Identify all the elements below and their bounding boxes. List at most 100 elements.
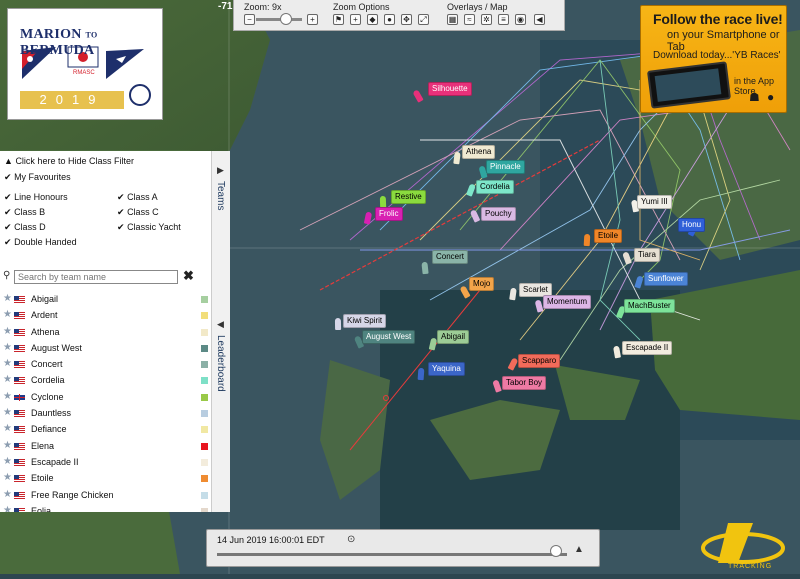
- settings-icon[interactable]: ✲: [481, 14, 492, 25]
- team-row[interactable]: ★ Etoile: [0, 470, 211, 486]
- fleet-icon[interactable]: ◆: [367, 14, 378, 25]
- boat-marker[interactable]: [421, 261, 429, 275]
- team-row[interactable]: ★ Dauntless: [0, 405, 211, 421]
- tab-leaderboard[interactable]: Leaderboard: [215, 335, 226, 392]
- logo-club: RMASC: [73, 70, 95, 76]
- boat-label[interactable]: Silhouette: [428, 82, 472, 96]
- favourite-star-icon[interactable]: ★: [3, 356, 12, 372]
- team-search-input[interactable]: [14, 270, 178, 284]
- boat-label[interactable]: Frolic: [375, 207, 403, 221]
- favourite-star-icon[interactable]: ★: [3, 324, 12, 340]
- boat-label[interactable]: Athena: [462, 145, 496, 159]
- favourite-star-icon[interactable]: ★: [3, 470, 12, 486]
- app-advert[interactable]: Follow the race live! on your Smartphone…: [640, 5, 787, 113]
- boat-label[interactable]: Pouchy: [481, 207, 516, 221]
- favourite-star-icon[interactable]: ★: [3, 438, 12, 454]
- timeline-slider[interactable]: [217, 553, 567, 556]
- boat-label[interactable]: Kiwi Spirit: [343, 314, 387, 328]
- boat-label[interactable]: Mojo: [469, 277, 495, 291]
- filter-class-d[interactable]: ✔ Class D: [4, 222, 46, 233]
- clock-icon[interactable]: ⊙: [347, 534, 355, 545]
- zoom-slider-handle[interactable]: [279, 13, 292, 25]
- checkmark-icon: ✔: [4, 237, 12, 247]
- play-up-icon[interactable]: ▲: [574, 544, 584, 555]
- team-row[interactable]: ★ Elena: [0, 438, 211, 454]
- flag-icon[interactable]: ⚑: [333, 14, 344, 25]
- favourite-star-icon[interactable]: ★: [3, 405, 12, 421]
- expand-icon[interactable]: ⤢: [418, 14, 429, 25]
- filter-class-a[interactable]: ✔ Class A: [117, 192, 158, 203]
- team-name: Etoile: [31, 473, 54, 484]
- my-favourites-filter[interactable]: ✔ My Favourites: [4, 172, 71, 183]
- logo-title: MARION TO BERMUDA: [20, 27, 162, 59]
- timeline-handle[interactable]: [549, 545, 562, 557]
- grid-icon[interactable]: ▦: [447, 14, 458, 25]
- favourite-star-icon[interactable]: ★: [3, 503, 12, 512]
- boat-label[interactable]: Sunflower: [644, 272, 688, 286]
- boat-label[interactable]: Abigail: [437, 330, 470, 344]
- team-row[interactable]: ★ Abigail: [0, 291, 211, 307]
- zoom-plus-box-icon[interactable]: +: [350, 14, 361, 25]
- filter-classic-yacht[interactable]: ✔ Classic Yacht: [117, 222, 181, 233]
- team-row[interactable]: ★ Cordelia: [0, 372, 211, 388]
- team-name: Defiance: [31, 424, 67, 435]
- favourite-star-icon[interactable]: ★: [3, 340, 12, 356]
- hide-class-filter-link[interactable]: ▲ Click here to Hide Class Filter: [4, 156, 134, 166]
- boat-label[interactable]: Yumi III: [637, 195, 672, 209]
- boat-label[interactable]: Yaquina: [428, 362, 465, 376]
- team-row[interactable]: ★ Concert: [0, 356, 211, 372]
- boat-label[interactable]: Cordelia: [476, 180, 514, 194]
- favourite-star-icon[interactable]: ★: [3, 421, 12, 437]
- team-row[interactable]: ★ Eolia: [0, 503, 211, 512]
- boat-label[interactable]: Momentum: [543, 295, 592, 309]
- filter-line-honours[interactable]: ✔ Line Honours: [4, 192, 68, 203]
- favourite-star-icon[interactable]: ★: [3, 307, 12, 323]
- team-row[interactable]: ★ Cyclone: [0, 389, 211, 405]
- team-name: Elena: [31, 440, 55, 451]
- zoom-in-button[interactable]: +: [307, 14, 318, 25]
- expand-map-icon[interactable]: ◀: [534, 14, 545, 25]
- team-row[interactable]: ★ Free Range Chicken: [0, 487, 211, 503]
- team-row[interactable]: ★ Athena: [0, 324, 211, 340]
- boat-label[interactable]: Restive: [391, 190, 426, 204]
- boat-label[interactable]: Tabor Boy: [502, 376, 547, 390]
- team-row[interactable]: ★ Ardent: [0, 307, 211, 323]
- team-row[interactable]: ★ August West: [0, 340, 211, 356]
- group-icon[interactable]: ●: [384, 14, 395, 25]
- boat-label[interactable]: Tiara: [634, 248, 660, 262]
- boat-marker[interactable]: [417, 367, 425, 381]
- filter-class-c[interactable]: ✔ Class C: [117, 207, 159, 218]
- filter-double-handed[interactable]: ✔ Double Handed: [4, 237, 77, 248]
- us-flag-icon: [14, 377, 25, 385]
- fit-all-icon[interactable]: ✥: [401, 14, 412, 25]
- boat-label[interactable]: Etoile: [594, 229, 623, 243]
- advert-headline: Follow the race live!: [653, 11, 783, 27]
- boat-label[interactable]: Concert: [432, 250, 469, 264]
- zoom-out-button[interactable]: −: [244, 14, 255, 25]
- boat-label[interactable]: Pinnacle: [486, 160, 525, 174]
- boat-label[interactable]: Honu: [678, 218, 706, 232]
- favourite-star-icon[interactable]: ★: [3, 372, 12, 388]
- team-row[interactable]: ★ Escapade II: [0, 454, 211, 470]
- boat-label[interactable]: MachBuster: [624, 299, 675, 313]
- boat-label[interactable]: Escapade II: [622, 341, 673, 355]
- globe-icon[interactable]: ◉: [515, 14, 526, 25]
- boat-marker[interactable]: [334, 317, 342, 331]
- boat-label[interactable]: Scapparo: [518, 354, 561, 368]
- boat-label[interactable]: August West: [362, 330, 416, 344]
- clear-search-icon[interactable]: ✖: [183, 268, 194, 284]
- team-name: Cyclone: [31, 391, 64, 402]
- team-row[interactable]: ★ Defiance: [0, 421, 211, 437]
- favourite-star-icon[interactable]: ★: [3, 389, 12, 405]
- boat-marker[interactable]: [583, 233, 591, 247]
- layers-icon[interactable]: ≡: [498, 14, 509, 25]
- favourite-star-icon[interactable]: ★: [3, 454, 12, 470]
- timeline-date: 14 Jun 2019 16:00:01 EDT: [217, 535, 325, 545]
- wind-icon[interactable]: ≈: [464, 14, 475, 25]
- favourite-star-icon[interactable]: ★: [3, 487, 12, 503]
- checkmark-icon: ✔: [117, 222, 125, 232]
- filter-class-b[interactable]: ✔ Class B: [4, 207, 45, 218]
- favourite-star-icon[interactable]: ★: [3, 291, 12, 307]
- filter-label: Line Honours: [14, 192, 68, 202]
- tab-teams[interactable]: Teams: [215, 181, 226, 210]
